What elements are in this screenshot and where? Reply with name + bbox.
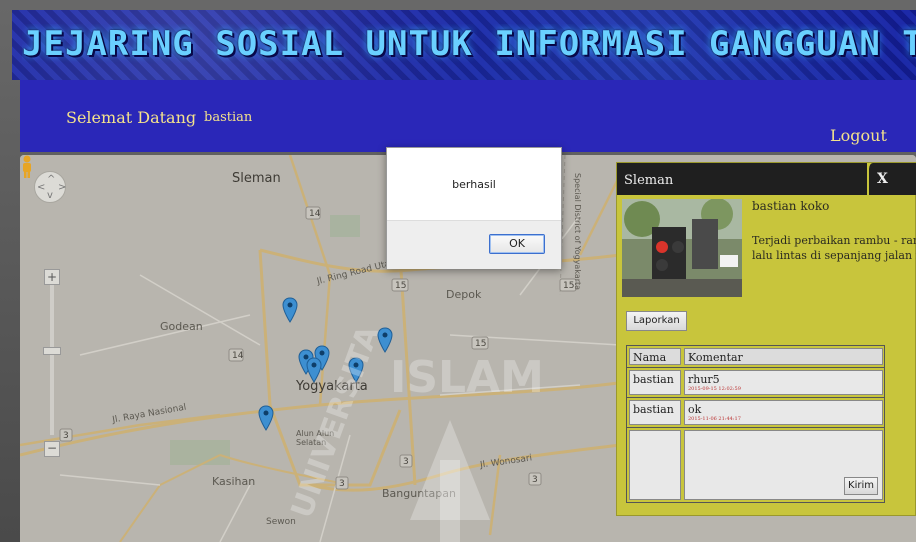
comments-table: Nama Komentar bastian rhur5 2015-09-15 1… [626, 345, 885, 503]
alert-dialog: berhasil OK [386, 147, 562, 269]
route-number: 15 [475, 339, 486, 349]
comment-text: rhur5 [688, 373, 720, 386]
route-number: 3 [403, 457, 409, 467]
send-comment-button[interactable]: Kirim [844, 477, 878, 495]
map-label-depok: Depok [446, 288, 482, 301]
comment-author: bastian [629, 400, 681, 425]
comments-header-row: Nama Komentar [627, 346, 884, 368]
map-marker-icon[interactable] [282, 297, 298, 323]
map-label-godean: Godean [160, 320, 203, 333]
new-comment-row: Kirim [627, 428, 884, 502]
map-label-sleman: Sleman [232, 171, 281, 186]
comment-author: bastian [629, 370, 681, 395]
pan-down-icon[interactable]: v [47, 190, 53, 201]
comment-body: rhur5 2015-09-15 12:02:59 [684, 370, 883, 395]
column-header-name: Nama [629, 348, 681, 365]
comment-body: ok 2015-11-06 21:44:17 [684, 400, 883, 425]
map-label-sewon: Sewon [266, 517, 296, 527]
map-marker-icon[interactable] [348, 357, 364, 383]
alert-message: berhasil [452, 178, 496, 191]
zoom-slider-thumb[interactable] [43, 347, 61, 355]
pan-right-icon[interactable]: > [58, 182, 66, 193]
route-number: 14 [309, 209, 321, 219]
route-number: 3 [532, 475, 538, 485]
pan-up-icon[interactable]: ^ [47, 174, 55, 185]
route-number: 3 [339, 479, 345, 489]
route-number: 3 [63, 431, 69, 441]
map-marker-icon[interactable] [377, 327, 393, 353]
comment-textarea[interactable]: Kirim [684, 430, 883, 500]
comment-row: bastian rhur5 2015-09-15 12:02:59 [627, 368, 884, 398]
welcome-text: Selemat Datang [66, 108, 197, 127]
zoom-in-button[interactable]: + [44, 269, 60, 285]
panel-close-button[interactable]: X [867, 163, 916, 195]
report-poster: bastian koko [752, 199, 830, 213]
new-comment-name-cell [629, 430, 681, 500]
zoom-slider-track[interactable] [50, 285, 54, 435]
street-view-pegman-icon[interactable] [20, 155, 34, 179]
alert-ok-button[interactable]: OK [489, 234, 545, 254]
route-number: 14 [232, 351, 244, 361]
report-description: Terjadi perbaikan rambu - rambu lalu lin… [752, 233, 916, 263]
comment-timestamp: 2015-11-06 21:44:17 [688, 416, 741, 422]
panel-title: Sleman [617, 163, 867, 195]
map-marker-icon[interactable] [306, 357, 322, 383]
report-description-line: Terjadi perbaikan rambu - rambu [752, 234, 916, 247]
banner-title: JEJARING SOSIAL UNTUK INFORMASI GANGGUAN… [22, 24, 916, 64]
zoom-out-button[interactable]: − [44, 441, 60, 457]
report-info-panel: Sleman X bastian koko Terjadi perbaikan … [616, 162, 916, 516]
map-label-special-district: Special District of Yogyakarta [573, 173, 582, 291]
report-description-line: lalu lintas di sepanjang jalan ringroad [752, 249, 916, 262]
map-pan-control[interactable]: ^ < > v [34, 171, 66, 203]
username: bastian [204, 110, 253, 125]
map-label-banguntapan: Banguntapan [382, 487, 456, 500]
pan-left-icon[interactable]: < [37, 182, 45, 193]
site-banner: JEJARING SOSIAL UNTUK INFORMASI GANGGUAN… [12, 10, 916, 80]
comment-text: ok [688, 403, 702, 416]
comment-timestamp: 2015-09-15 12:02:59 [688, 386, 741, 392]
logout-link[interactable]: Logout [830, 126, 887, 145]
app-root: JEJARING SOSIAL UNTUK INFORMASI GANGGUAN… [0, 0, 916, 542]
top-nav: Selemat Datang bastian Logout [20, 80, 916, 152]
report-photo [622, 199, 742, 297]
comment-row: bastian ok 2015-11-06 21:44:17 [627, 398, 884, 428]
map-marker-icon[interactable] [258, 405, 274, 431]
map-label-kasihan: Kasihan [212, 475, 256, 488]
report-button[interactable]: Laporkan [626, 311, 687, 331]
alert-footer: OK [387, 220, 561, 269]
column-header-comment: Komentar [684, 348, 883, 365]
route-number: 15 [395, 281, 406, 291]
map-label-alun-alun: Alun Alun Selatan [296, 429, 335, 447]
